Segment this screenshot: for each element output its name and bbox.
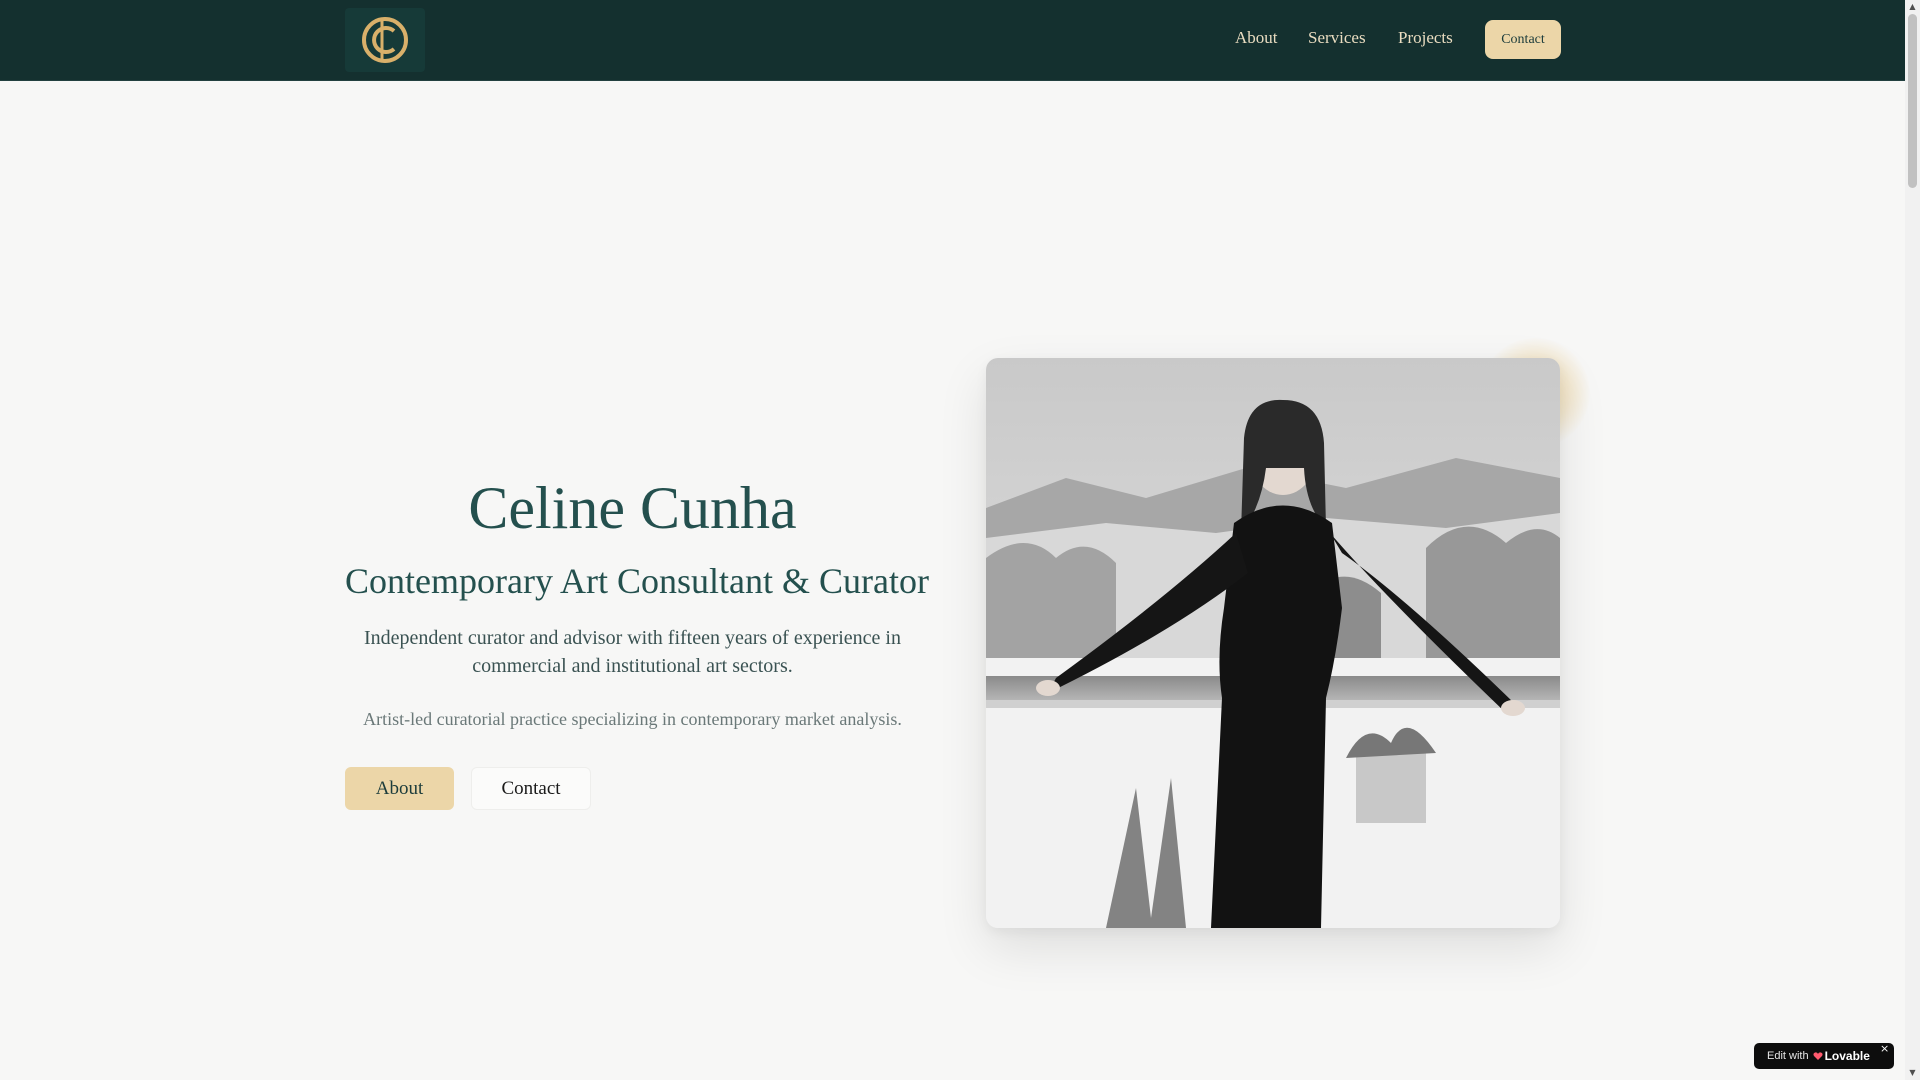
about-button[interactable]: About (345, 767, 454, 810)
nav-projects-link[interactable]: Projects (1398, 28, 1453, 48)
nav-services-link[interactable]: Services (1308, 28, 1366, 48)
portrait-photo (986, 358, 1560, 928)
hero-name: Celine Cunha (468, 475, 797, 541)
contact-button[interactable]: Contact (471, 767, 591, 810)
hero-role: Contemporary Art Consultant & Curator (345, 561, 929, 601)
scroll-down-arrow-icon[interactable]: ▼ (1908, 1068, 1917, 1078)
nav-about-link[interactable]: About (1235, 28, 1278, 48)
hero-description: Independent curator and advisor with fif… (364, 627, 901, 677)
badge-close-icon[interactable]: × (1880, 1042, 1889, 1055)
badge-brand-label: Lovable (1824, 1049, 1870, 1063)
header-contact-button[interactable]: Contact (1485, 20, 1561, 59)
lovable-heart-icon (1813, 1052, 1823, 1060)
logo[interactable] (345, 8, 425, 72)
scrollbar-thumb[interactable] (1908, 14, 1917, 188)
scroll-up-arrow-icon[interactable]: ▲ (1908, 2, 1917, 12)
edit-with-lovable-badge[interactable]: Edit with Lovable (1754, 1043, 1894, 1069)
badge-edit-label: Edit with (1767, 1050, 1809, 1062)
hero-note: Artist-led curatorial practice specializ… (363, 709, 902, 729)
portrait-image (986, 358, 1560, 928)
cc-monogram-icon (362, 17, 408, 63)
site-header: About Services Projects Contact (0, 0, 1905, 81)
